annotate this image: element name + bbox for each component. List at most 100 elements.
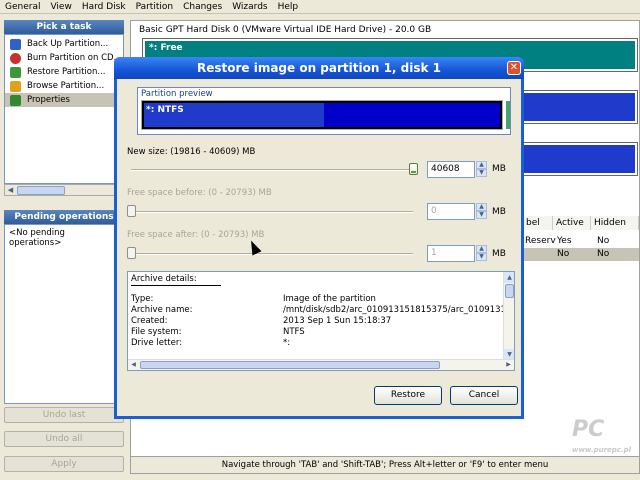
scroll-thumb[interactable] xyxy=(505,284,514,298)
col-active[interactable]: Active xyxy=(553,216,591,230)
task-list-scrollbar[interactable]: ◀ ▶ xyxy=(4,184,124,196)
partition-preview: Partition preview *: NTFS xyxy=(137,87,511,135)
archive-details-heading: Archive details: xyxy=(131,274,221,286)
detail-row: File system: NTFS xyxy=(131,327,503,338)
free-before-slider-thumb[interactable] xyxy=(127,205,136,217)
menu-hard-disk[interactable]: Hard Disk xyxy=(77,0,131,14)
col-label[interactable]: bel xyxy=(523,216,553,230)
detail-key: File system: xyxy=(131,327,182,337)
menu-wizards[interactable]: Wizards xyxy=(227,0,272,14)
menu-view[interactable]: View xyxy=(45,0,76,14)
undo-last-button[interactable]: Undo last xyxy=(4,407,124,423)
task-backup[interactable]: Back Up Partition... xyxy=(5,37,123,51)
new-size-slider-thumb[interactable] xyxy=(409,163,418,175)
scroll-right-icon[interactable]: ▶ xyxy=(503,360,514,370)
archive-details-content: Archive details: Type: Image of the parti… xyxy=(131,274,503,349)
menu-changes[interactable]: Changes xyxy=(178,0,227,14)
cell-active: No xyxy=(557,249,570,259)
watermark-logo: PC www.purepc.pl xyxy=(572,417,634,462)
detail-value: NTFS xyxy=(283,327,305,337)
unit-label: MB xyxy=(492,164,506,174)
new-size-label: New size: (19816 - 40609) MB xyxy=(127,147,256,157)
restore-button[interactable]: Restore xyxy=(374,386,442,405)
new-size-spinner[interactable]: ▲ ▼ xyxy=(476,161,487,178)
task-label: Properties xyxy=(27,95,70,105)
free-after-label: Free space after: (0 - 20793) MB xyxy=(127,230,265,240)
task-label: Back Up Partition... xyxy=(27,39,109,49)
task-list: Back Up Partition... Burn Partition on C… xyxy=(4,34,124,184)
archive-details: Archive details: Type: Image of the parti… xyxy=(127,271,515,371)
new-size-slider-track[interactable] xyxy=(131,169,413,171)
spin-down-icon[interactable]: ▼ xyxy=(476,253,487,261)
free-before-label: Free space before: (0 - 20793) MB xyxy=(127,188,272,198)
detail-key: Created: xyxy=(131,316,168,326)
spin-up-icon[interactable]: ▲ xyxy=(476,203,487,211)
undo-all-button[interactable]: Undo all xyxy=(4,431,124,447)
preview-text: *: NTFS xyxy=(146,105,184,115)
apply-button[interactable]: Apply xyxy=(4,456,124,472)
cell-hidden: No xyxy=(597,249,610,259)
spin-up-icon[interactable]: ▲ xyxy=(476,161,487,169)
spin-down-icon[interactable]: ▼ xyxy=(476,169,487,177)
menu-bar: General View Hard Disk Partition Changes… xyxy=(0,0,640,14)
detail-key: Type: xyxy=(131,294,154,304)
menu-partition[interactable]: Partition xyxy=(131,0,179,14)
backup-icon xyxy=(10,38,21,50)
task-properties[interactable]: Properties xyxy=(5,93,123,107)
scroll-up-icon[interactable]: ▲ xyxy=(504,272,514,283)
table-row-selected[interactable] xyxy=(523,248,639,261)
detail-value: 2013 Sep 1 Sun 15:18:37 xyxy=(283,316,392,326)
free-before-spinner[interactable]: ▲ ▼ xyxy=(476,203,487,220)
detail-key: Drive letter: xyxy=(131,338,183,348)
disk-title: Basic GPT Hard Disk 0 (VMware Virtual ID… xyxy=(139,25,432,35)
free-after-spinner[interactable]: ▲ ▼ xyxy=(476,245,487,262)
scroll-left-icon[interactable]: ◀ xyxy=(128,360,139,370)
cell-label: Reserv xyxy=(525,236,556,246)
free-before-slider-track[interactable] xyxy=(131,211,413,213)
detail-key: Archive name: xyxy=(131,305,193,315)
unit-label: MB xyxy=(492,249,506,259)
pick-task-header: Pick a task xyxy=(4,20,124,34)
task-label: Browse Partition... xyxy=(27,81,105,91)
preview-tail xyxy=(506,101,510,129)
free-after-slider-thumb[interactable] xyxy=(127,247,136,259)
pending-empty-text: <No pending operations> xyxy=(9,228,65,248)
close-icon[interactable]: ✕ xyxy=(507,61,521,75)
details-hscrollbar[interactable]: ◀ ▶ xyxy=(128,359,514,370)
scroll-thumb[interactable] xyxy=(17,186,65,195)
dialog-title: Restore image on partition 1, disk 1 ✕ xyxy=(114,57,524,79)
free-before-input[interactable]: 0 xyxy=(427,203,475,220)
spin-up-icon[interactable]: ▲ xyxy=(476,245,487,253)
free-after-slider-track[interactable] xyxy=(131,253,413,255)
cancel-button[interactable]: Cancel xyxy=(450,386,518,405)
detail-row: Type: Image of the partition xyxy=(131,294,503,305)
cd-burn-icon xyxy=(10,52,21,64)
scroll-thumb[interactable] xyxy=(140,361,440,369)
free-after-input[interactable]: 1 xyxy=(427,245,475,262)
scroll-left-icon[interactable]: ◀ xyxy=(5,185,16,195)
task-restore[interactable]: Restore Partition... xyxy=(5,65,123,79)
detail-row: Drive letter: *: xyxy=(131,338,503,349)
preview-partition-bar: *: NTFS xyxy=(141,100,503,130)
task-browse[interactable]: Browse Partition... xyxy=(5,79,123,93)
status-bar: Navigate through 'TAB' and 'Shift-TAB'; … xyxy=(130,456,640,474)
menu-general[interactable]: General xyxy=(0,0,45,14)
menu-help[interactable]: Help xyxy=(273,0,304,14)
new-size-input[interactable]: 40608 xyxy=(427,161,475,178)
dialog-title-text: Restore image on partition 1, disk 1 xyxy=(196,61,442,75)
task-burn-cd[interactable]: Burn Partition on CD... xyxy=(5,51,123,65)
left-panel: Pick a task Back Up Partition... Burn Pa… xyxy=(4,20,124,404)
watermark-brand: PC xyxy=(572,417,605,442)
col-hidden[interactable]: Hidden xyxy=(591,216,639,230)
restore-dialog: Restore image on partition 1, disk 1 ✕ P… xyxy=(114,57,524,419)
detail-row: Created: 2013 Sep 1 Sun 15:18:37 xyxy=(131,316,503,327)
cell-active: Yes xyxy=(557,236,572,246)
detail-row: Archive name: /mnt/disk/sdb2/arc_01091315… xyxy=(131,305,503,316)
free-partition-label: *: Free xyxy=(149,43,183,53)
cell-hidden: No xyxy=(597,236,610,246)
restore-icon xyxy=(10,66,21,78)
pending-operations-list: <No pending operations> xyxy=(4,224,124,404)
detail-value: Image of the partition xyxy=(283,294,376,304)
details-vscrollbar[interactable]: ▲ ▼ xyxy=(503,272,514,360)
spin-down-icon[interactable]: ▼ xyxy=(476,211,487,219)
